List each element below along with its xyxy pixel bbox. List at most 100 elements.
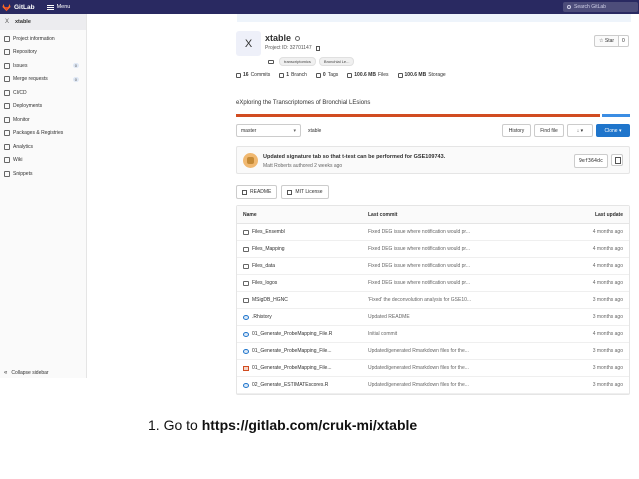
download-button[interactable]: ↓ ▾: [567, 124, 593, 137]
license-button[interactable]: MIT License: [281, 185, 329, 199]
last-commit-cell[interactable]: Fixed DEG issue where notification would…: [368, 263, 538, 269]
file-name: .Rhistory: [252, 314, 272, 320]
project-id: Project ID: 32701147: [265, 45, 312, 51]
sidebar-project-name: xtable: [15, 19, 31, 25]
commit-author[interactable]: Matt Roberts: [263, 163, 292, 169]
file-icon: [243, 382, 249, 388]
branch-selector[interactable]: master ▾: [236, 124, 301, 137]
star-button[interactable]: ☆ Star 0: [594, 35, 629, 47]
file-name-cell[interactable]: 01_Generate_ProbeMapping_File...: [237, 348, 368, 354]
last-commit-cell[interactable]: 'Fixed' the deconvolution analysis for G…: [368, 297, 538, 303]
snippet-icon: [4, 170, 10, 177]
file-name-cell[interactable]: 01_Generate_ProbeMapping_File...: [237, 365, 368, 371]
readme-button[interactable]: README: [236, 185, 278, 199]
table-row[interactable]: Files_Ensembl Fixed DEG issue where notif…: [237, 224, 629, 241]
sidebar-item-analytics[interactable]: Analytics: [0, 140, 86, 154]
file-name-cell[interactable]: Files_Mapping: [237, 246, 368, 252]
topic-pill[interactable]: transcriptomics: [279, 57, 316, 66]
file-name: Files_Mapping: [252, 246, 285, 252]
copy-icon[interactable]: [315, 45, 320, 51]
last-commit-cell[interactable]: Updated/generated Rmarkdown files for th…: [368, 348, 538, 354]
brand-name: GitLab: [14, 3, 35, 11]
sidebar-item-ci-cd[interactable]: CI/CD: [0, 86, 86, 100]
table-row[interactable]: 01_Generate_ProbeMapping_File... Updated/…: [237, 343, 629, 360]
table-row[interactable]: Files_Mapping Fixed DEG issue where notif…: [237, 241, 629, 258]
language-bar-primary: [236, 114, 601, 117]
history-button[interactable]: History: [502, 124, 531, 137]
branch-name: master: [241, 127, 257, 134]
last-commit-cell[interactable]: Fixed DEG issue where notification would…: [368, 229, 538, 235]
sidebar-item-project-information[interactable]: Project information: [0, 32, 86, 46]
branch-icon: [279, 72, 285, 78]
sidebar-item-label: Deployments: [13, 103, 43, 110]
tags-icon: [315, 72, 321, 78]
last-update-cell: 4 months ago: [592, 280, 623, 286]
rocket-icon: [4, 89, 10, 96]
sidebar-item-merge-requests[interactable]: Merge requests 0: [0, 73, 86, 87]
top-banner: [237, 14, 631, 22]
table-row[interactable]: Files_logos Fixed DEG issue where notific…: [237, 275, 629, 292]
file-name-cell[interactable]: 01_Generate_ProbeMapping_File.R: [237, 331, 368, 337]
table-row[interactable]: MSigDB_HGNC 'Fixed' the deconvolution ana…: [237, 292, 629, 309]
star-label: ☆ Star: [594, 35, 620, 47]
file-name-cell[interactable]: MSigDB_HGNC: [237, 297, 368, 303]
monitor-icon: [4, 116, 10, 123]
screenshot: GitLab Menu Search GitLab X xtable Proje…: [0, 0, 639, 479]
table-row[interactable]: 02_Generate_ESTIMATEscores.R Updated/gene…: [237, 377, 629, 394]
table-row[interactable]: 01_Generate_ProbeMapping_File... Updated/…: [237, 360, 629, 377]
breadcrumb[interactable]: xtable: [308, 128, 321, 134]
search-input[interactable]: Search GitLab: [563, 2, 638, 12]
stat-tags[interactable]: 0 Tags: [315, 72, 338, 78]
last-commit-cell[interactable]: Initial commit: [368, 331, 538, 337]
last-commit-cell[interactable]: Updated/generated Rmarkdown files for th…: [368, 382, 538, 388]
last-update-cell: 4 months ago: [592, 246, 623, 252]
table-row[interactable]: Files_data Fixed DEG issue where notifica…: [237, 258, 629, 275]
file-name-cell[interactable]: 02_Generate_ESTIMATEscores.R: [237, 382, 368, 388]
table-row[interactable]: .Rhistory Updated README 3 months ago: [237, 309, 629, 326]
copy-sha-icon[interactable]: [611, 154, 623, 166]
sidebar-item-label: Merge requests: [13, 76, 48, 83]
file-name-cell[interactable]: .Rhistory: [237, 314, 368, 320]
sidebar-item-wiki[interactable]: Wiki: [0, 154, 86, 168]
last-update-cell: 3 months ago: [592, 365, 623, 371]
sidebar-item-deployments[interactable]: Deployments: [0, 100, 86, 114]
stat-storage[interactable]: 100.6 MB Storage: [397, 72, 446, 78]
table-row[interactable]: 01_Generate_ProbeMapping_File.R Initial c…: [237, 326, 629, 343]
last-commit-cell[interactable]: Fixed DEG issue where notification would…: [368, 280, 538, 286]
commit-message[interactable]: Updated signature tab so that t-test can…: [263, 154, 445, 160]
sidebar-item-count: 0: [72, 76, 79, 82]
last-commit-cell[interactable]: Updated README: [368, 314, 538, 320]
project-title: xtable: [265, 33, 292, 43]
column-header-update: Last update: [594, 211, 623, 218]
readme-label: README: [250, 189, 272, 195]
find-file-button[interactable]: Find file: [534, 124, 564, 137]
stat-commits[interactable]: 16 Commits: [236, 72, 270, 78]
menu-button[interactable]: Menu: [46, 4, 70, 10]
last-commit-cell[interactable]: Updated/generated Rmarkdown files for th…: [368, 365, 538, 371]
stat-files[interactable]: 100.6 MB Files: [347, 72, 389, 78]
project-id-row: Project ID: 32701147: [265, 45, 320, 51]
commit-sha[interactable]: 9ef364dc: [573, 154, 608, 168]
sidebar-item-repository[interactable]: Repository: [0, 46, 86, 60]
stat-branch[interactable]: 1 Branch: [279, 72, 307, 78]
gitlab-logo[interactable]: GitLab: [2, 3, 35, 12]
sidebar-item-packages-registries[interactable]: Packages & Registries: [0, 127, 86, 141]
file-name-cell[interactable]: Files_Ensembl: [237, 229, 368, 235]
last-commit-cell[interactable]: Fixed DEG issue where notification would…: [368, 246, 538, 252]
language-bar: [236, 114, 630, 117]
sidebar-project-header[interactable]: X xtable: [0, 14, 86, 30]
sidebar-item-monitor[interactable]: Monitor: [0, 113, 86, 127]
html-file-icon: [243, 365, 249, 371]
topic-pill[interactable]: Bronchial Le...: [318, 57, 355, 66]
clone-button[interactable]: Clone ▾: [596, 124, 630, 137]
sidebar-item-snippets[interactable]: Snippets: [0, 167, 86, 181]
commit-author-avatar[interactable]: [243, 153, 258, 168]
project-avatar: X: [236, 31, 261, 56]
file-name-cell[interactable]: Files_data: [237, 263, 368, 269]
sidebar-item-issues[interactable]: Issues 0: [0, 59, 86, 73]
file-name-cell[interactable]: Files_logos: [237, 280, 368, 286]
collapse-sidebar-button[interactable]: « Collapse sidebar: [4, 370, 49, 376]
doc-icon: [242, 189, 247, 195]
sidebar-item-label: Wiki: [13, 157, 23, 164]
file-name: Files_Ensembl: [252, 229, 285, 235]
